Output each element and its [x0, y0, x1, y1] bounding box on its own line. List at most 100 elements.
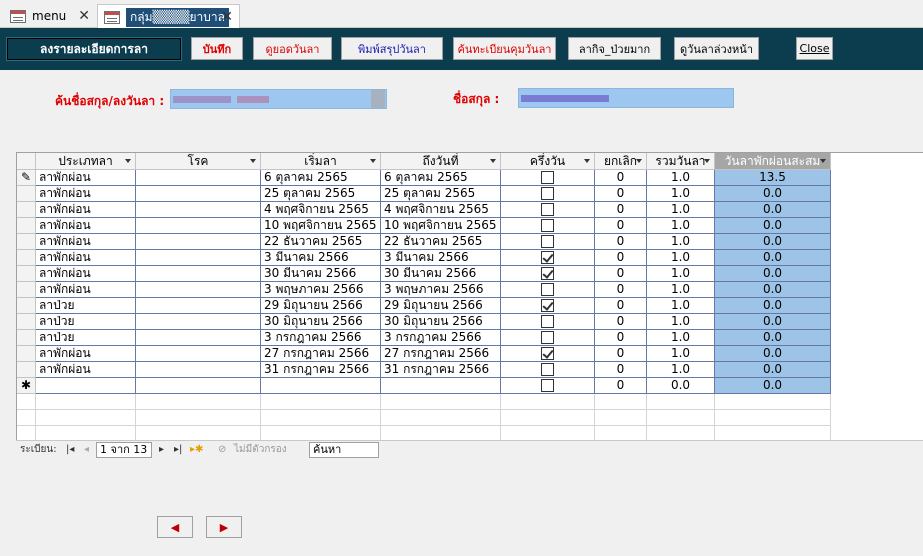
half-day-checkbox[interactable] [501, 314, 595, 330]
accumulated-cell[interactable]: 0.0 [715, 346, 831, 362]
col-header-type[interactable]: ประเภทลา [36, 153, 136, 170]
dropdown-arrow-icon[interactable] [250, 159, 256, 163]
filter-icon[interactable]: ⊘ [218, 443, 226, 458]
half-day-checkbox[interactable] [501, 330, 595, 346]
name-search-field[interactable] [170, 89, 387, 109]
checkbox[interactable] [541, 235, 554, 248]
checkbox[interactable] [541, 171, 554, 184]
accumulated-cell[interactable]: 0.0 [715, 186, 831, 202]
dropdown-arrow-icon[interactable] [820, 159, 826, 163]
start-date-cell[interactable]: 29 มิถุนายน 2566 [261, 298, 381, 314]
disease-cell[interactable] [136, 266, 261, 282]
row-selector[interactable] [17, 250, 36, 266]
table-row[interactable]: ลาพักผ่อน 3 พฤษภาคม 2566 3 พฤษภาคม 2566 0 1.… [17, 282, 923, 298]
save-button[interactable]: บันทึก [191, 37, 243, 60]
total-days-cell[interactable]: 1.0 [647, 362, 715, 378]
row-selector[interactable] [17, 314, 36, 330]
start-date-cell[interactable]: 27 กรกฎาคม 2566 [261, 346, 381, 362]
accumulated-cell[interactable]: 0.0 [715, 330, 831, 346]
total-days-cell[interactable]: 1.0 [647, 250, 715, 266]
table-row[interactable]: ลาป่วย 30 มิถุนายน 2566 30 มิถุนายน 2566 0 1… [17, 314, 923, 330]
half-day-checkbox[interactable] [501, 362, 595, 378]
start-date-cell[interactable]: 3 กรกฎาคม 2566 [261, 330, 381, 346]
leave-type-cell[interactable]: ลาพักผ่อน [36, 186, 136, 202]
row-selector[interactable] [17, 282, 36, 298]
table-row[interactable]: ลาพักผ่อน 3 มีนาคม 2566 3 มีนาคม 2566 0 1.0 0… [17, 250, 923, 266]
end-date-cell[interactable]: 10 พฤศจิกายน 2565 [381, 218, 501, 234]
checkbox[interactable] [541, 267, 554, 280]
end-date-cell[interactable]: 30 มีนาคม 2566 [381, 266, 501, 282]
total-days-cell[interactable]: 1.0 [647, 266, 715, 282]
disease-cell[interactable] [136, 250, 261, 266]
table-row[interactable]: ✎ ลาพักผ่อน 6 ตุลาคม 2565 6 ตุลาคม 2565 0 1.0… [17, 170, 923, 186]
surname-field[interactable] [518, 88, 734, 108]
accumulated-cell[interactable]: 0.0 [715, 378, 831, 394]
disease-cell[interactable] [136, 378, 261, 394]
disease-cell[interactable] [136, 218, 261, 234]
row-selector[interactable] [17, 218, 36, 234]
table-row[interactable]: ลาพักผ่อน 22 ธันวาคม 2565 22 ธันวาคม 2565 0… [17, 234, 923, 250]
leave-type-cell[interactable]: ลาป่วย [36, 298, 136, 314]
leave-type-cell[interactable]: ลาพักผ่อน [36, 202, 136, 218]
start-date-cell[interactable]: 30 มิถุนายน 2566 [261, 314, 381, 330]
tab-menu[interactable]: menu ✕ [4, 4, 96, 28]
half-day-checkbox[interactable] [501, 282, 595, 298]
cancel-cell[interactable]: 0 [595, 282, 647, 298]
table-row[interactable]: ลาป่วย 29 มิถุนายน 2566 29 มิถุนายน 2566 0 1… [17, 298, 923, 314]
start-date-cell[interactable]: 31 กรกฎาคม 2566 [261, 362, 381, 378]
half-day-checkbox[interactable] [501, 266, 595, 282]
leave-type-cell[interactable]: ลาพักผ่อน [36, 218, 136, 234]
disease-cell[interactable] [136, 298, 261, 314]
pencil-icon[interactable]: ✎ [17, 170, 36, 186]
total-days-cell[interactable]: 1.0 [647, 346, 715, 362]
start-date-cell[interactable]: 22 ธันวาคม 2565 [261, 234, 381, 250]
accumulated-cell[interactable]: 0.0 [715, 362, 831, 378]
disease-cell[interactable] [136, 170, 261, 186]
col-header-end[interactable]: ถึงวันที่ [381, 153, 501, 170]
dropdown-arrow-icon[interactable] [584, 159, 590, 163]
start-date-cell[interactable]: 3 พฤษภาคม 2566 [261, 282, 381, 298]
no-filter-label[interactable]: ไม่มีตัวกรอง [234, 443, 287, 458]
checkbox[interactable] [541, 331, 554, 344]
leave-type-cell[interactable]: ลาป่วย [36, 330, 136, 346]
dropdown-arrow-icon[interactable] [125, 159, 131, 163]
table-row[interactable]: ลาพักผ่อน 31 กรกฎาคม 2566 31 กรกฎาคม 2566 0… [17, 362, 923, 378]
close-button[interactable]: Close [796, 37, 833, 60]
total-days-cell[interactable]: 1.0 [647, 282, 715, 298]
row-selector[interactable] [17, 266, 36, 282]
checkbox[interactable] [541, 283, 554, 296]
next-button[interactable]: ▶ [206, 516, 242, 538]
search-input[interactable]: ค้นหา [309, 442, 379, 458]
cancel-cell[interactable]: 0 [595, 170, 647, 186]
cancel-cell[interactable]: 0 [595, 346, 647, 362]
row-selector[interactable] [17, 330, 36, 346]
dropdown-arrow-icon[interactable] [370, 159, 376, 163]
table-row[interactable]: ลาพักผ่อน 25 ตุลาคม 2565 25 ตุลาคม 2565 0 1.… [17, 186, 923, 202]
leave-type-cell[interactable]: ลาพักผ่อน [36, 170, 136, 186]
row-selector[interactable] [17, 186, 36, 202]
start-date-cell[interactable]: 30 มีนาคม 2566 [261, 266, 381, 282]
print-summary-button[interactable]: พิมพ์สรุปวันลา [341, 37, 443, 60]
row-selector[interactable] [17, 298, 36, 314]
end-date-cell[interactable] [381, 378, 501, 394]
end-date-cell[interactable]: 30 มิถุนายน 2566 [381, 314, 501, 330]
leave-type-cell[interactable]: ลาพักผ่อน [36, 282, 136, 298]
asterisk-icon[interactable]: ✱ [17, 378, 36, 394]
checkbox[interactable] [541, 363, 554, 376]
end-date-cell[interactable]: 3 มีนาคม 2566 [381, 250, 501, 266]
table-row[interactable]: ลาพักผ่อน 4 พฤศจิกายน 2565 4 พฤศจิกายน 256… [17, 202, 923, 218]
leave-type-cell[interactable]: ลาพักผ่อน [36, 362, 136, 378]
start-date-cell[interactable]: 4 พฤศจิกายน 2565 [261, 202, 381, 218]
total-days-cell[interactable]: 1.0 [647, 314, 715, 330]
accumulated-cell[interactable]: 0.0 [715, 234, 831, 250]
half-day-checkbox[interactable] [501, 346, 595, 362]
search-register-button[interactable]: ค้นทะเบียนคุมวันลา [453, 37, 556, 60]
checkbox[interactable] [541, 203, 554, 216]
personal-sick-leave-button[interactable]: ลากิจ_ป่วยมาก [568, 37, 661, 60]
row-selector[interactable] [17, 362, 36, 378]
disease-cell[interactable] [136, 186, 261, 202]
col-header-cancel[interactable]: ยกเลิก [595, 153, 647, 170]
half-day-checkbox[interactable] [501, 378, 595, 394]
advance-days-button[interactable]: ดูวันลาล่วงหน้า [674, 37, 759, 60]
new-row[interactable]: ✱ 0 0.0 0.0 [17, 378, 923, 394]
